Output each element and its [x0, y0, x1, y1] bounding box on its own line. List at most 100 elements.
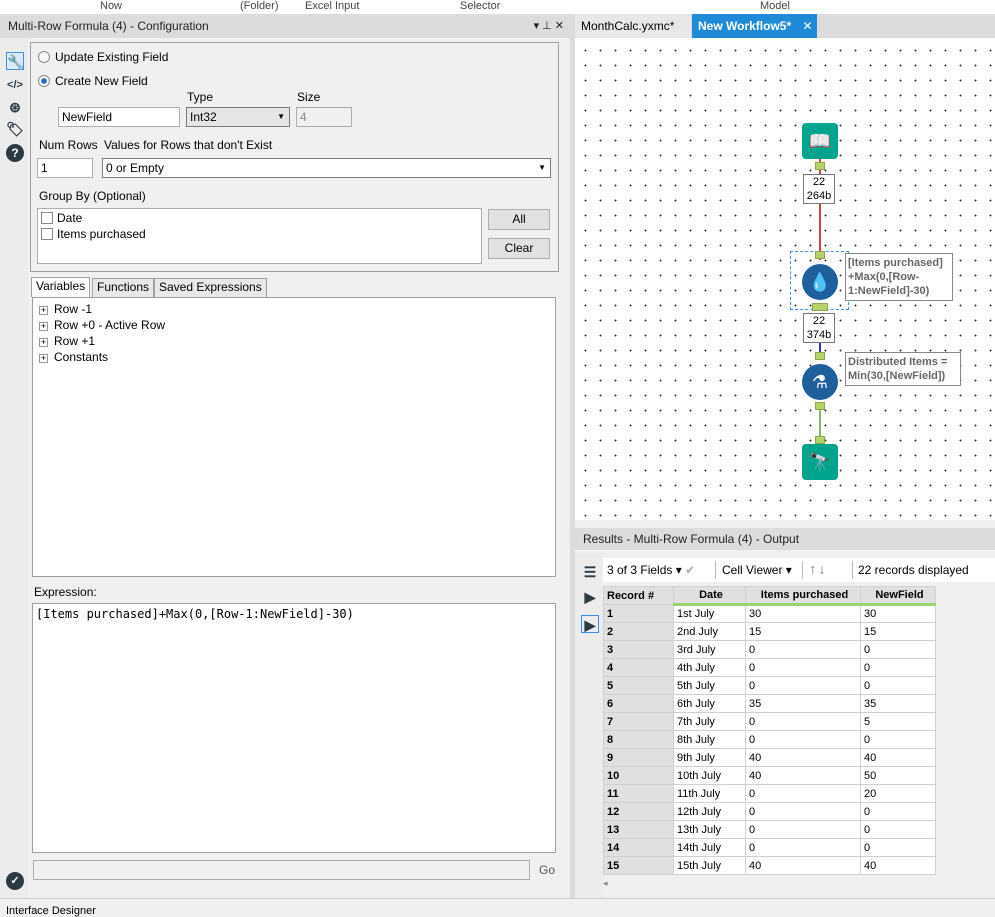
fields-dropdown[interactable]: 3 of 3 Fields ▾ ✔ — [607, 558, 695, 582]
tag-icon[interactable]: 🏷 — [6, 120, 24, 138]
table-cell[interactable]: 4 — [603, 658, 674, 677]
table-cell[interactable]: 50 — [860, 766, 936, 785]
new-field-name-input[interactable] — [58, 107, 180, 127]
go-input[interactable] — [33, 860, 530, 880]
table-cell[interactable]: 15 — [603, 856, 674, 875]
table-cell[interactable]: 0 — [745, 640, 861, 659]
table-cell[interactable]: 9 — [603, 748, 674, 767]
table-cell[interactable]: 11th July — [673, 784, 746, 803]
table-cell[interactable]: 12 — [603, 802, 674, 821]
table-cell[interactable]: 3rd July — [673, 640, 746, 659]
table-cell[interactable]: 8 — [603, 730, 674, 749]
group-field-items[interactable]: Items purchased — [41, 227, 478, 241]
group-field-date[interactable]: Date — [41, 211, 478, 225]
table-row[interactable]: 6 6th July 35 35 — [603, 694, 936, 713]
wrench-icon[interactable]: 🔧 — [6, 52, 24, 70]
tree-item[interactable]: + Row +1 — [33, 333, 555, 349]
table-cell[interactable]: 40 — [860, 856, 936, 875]
table-cell[interactable]: 0 — [745, 820, 861, 839]
table-row[interactable]: 5 5th July 0 0 — [603, 676, 936, 695]
table-cell[interactable]: 40 — [745, 856, 861, 875]
size-input[interactable] — [296, 107, 352, 127]
table-cell[interactable]: 6 — [603, 694, 674, 713]
go-button[interactable]: Go — [539, 863, 555, 877]
table-cell[interactable]: 0 — [745, 730, 861, 749]
horizontal-scrollbar[interactable]: ◂ — [603, 878, 995, 890]
table-cell[interactable]: 0 — [745, 802, 861, 821]
tab-variables[interactable]: Variables — [31, 277, 91, 297]
table-cell[interactable]: 7th July — [673, 712, 746, 731]
table-cell[interactable]: 13th July — [673, 820, 746, 839]
formula-tool-icon[interactable]: ⚗ — [802, 364, 838, 400]
table-cell[interactable]: 0 — [860, 676, 936, 695]
table-cell[interactable]: 20 — [860, 784, 936, 803]
table-cell[interactable]: 10 — [603, 766, 674, 785]
table-row[interactable]: 15 15th July 40 40 — [603, 856, 936, 875]
table-row[interactable]: 1 1st July 30 30 — [603, 604, 936, 623]
table-cell[interactable]: 6th July — [673, 694, 746, 713]
column-header[interactable]: Date — [673, 586, 746, 606]
sort-arrows-icon[interactable]: ⭡ ⭣ — [810, 558, 825, 582]
target-icon[interactable]: ⊛ — [6, 98, 24, 116]
close-icon[interactable]: ✕ — [802, 19, 812, 33]
table-cell[interactable]: 11 — [603, 784, 674, 803]
table-row[interactable]: 4 4th July 0 0 — [603, 658, 936, 677]
type-select[interactable]: Int32 — [186, 107, 290, 127]
table-cell[interactable]: 14 — [603, 838, 674, 857]
column-header[interactable]: Record # — [603, 586, 674, 605]
table-cell[interactable]: 8th July — [673, 730, 746, 749]
table-cell[interactable]: 1 — [603, 604, 674, 623]
table-cell[interactable]: 10th July — [673, 766, 746, 785]
update-existing-radio[interactable]: Update Existing Field — [38, 50, 168, 64]
table-cell[interactable]: 0 — [745, 658, 861, 677]
all-button[interactable]: All — [488, 209, 550, 230]
table-cell[interactable]: 12th July — [673, 802, 746, 821]
table-row[interactable]: 3 3rd July 0 0 — [603, 640, 936, 659]
tree-item[interactable]: + Row +0 - Active Row — [33, 317, 555, 333]
expression-editor[interactable]: [Items purchased]+Max(0,[Row-1:NewField]… — [32, 603, 556, 853]
table-cell[interactable]: 14th July — [673, 838, 746, 857]
table-cell[interactable]: 2nd July — [673, 622, 746, 641]
table-cell[interactable]: 0 — [745, 712, 861, 731]
table-row[interactable]: 8 8th July 0 0 — [603, 730, 936, 749]
input-anchor-icon[interactable]: ▶ — [581, 588, 599, 606]
tab-functions[interactable]: Functions — [92, 278, 155, 297]
cell-viewer-dropdown[interactable]: Cell Viewer ▾ — [722, 558, 792, 582]
input-data-tool-icon[interactable]: 📖 — [802, 123, 838, 159]
table-cell[interactable]: 7 — [603, 712, 674, 731]
table-cell[interactable]: 15 — [860, 622, 936, 641]
list-icon[interactable]: ☰ — [581, 563, 599, 581]
table-row[interactable]: 12 12th July 0 0 — [603, 802, 936, 821]
table-cell[interactable]: 0 — [860, 838, 936, 857]
table-cell[interactable]: 5th July — [673, 676, 746, 695]
table-cell[interactable]: 1st July — [673, 604, 746, 623]
tab-monthcalc[interactable]: MonthCalc.yxmc* ✕ — [575, 14, 691, 57]
num-rows-stepper[interactable] — [37, 158, 93, 178]
code-icon[interactable]: </> — [6, 76, 24, 94]
table-cell[interactable]: 0 — [745, 676, 861, 695]
table-cell[interactable]: 0 — [745, 784, 861, 803]
table-cell[interactable]: 35 — [745, 694, 861, 713]
column-header[interactable]: Items purchased — [745, 586, 861, 606]
table-cell[interactable]: 40 — [860, 748, 936, 767]
table-row[interactable]: 11 11th July 0 20 — [603, 784, 936, 803]
table-cell[interactable]: 9th July — [673, 748, 746, 767]
table-cell[interactable]: 3 — [603, 640, 674, 659]
table-row[interactable]: 10 10th July 40 50 — [603, 766, 936, 785]
create-new-radio[interactable]: Create New Field — [38, 74, 148, 88]
help-icon[interactable]: ? — [6, 144, 24, 162]
table-row[interactable]: 2 2nd July 15 15 — [603, 622, 936, 641]
table-cell[interactable]: 15 — [745, 622, 861, 641]
table-cell[interactable]: 5 — [860, 712, 936, 731]
table-row[interactable]: 13 13th July 0 0 — [603, 820, 936, 839]
table-cell[interactable]: 40 — [745, 766, 861, 785]
table-row[interactable]: 9 9th July 40 40 — [603, 748, 936, 767]
tab-new-workflow5[interactable]: New Workflow5* ✕ — [692, 14, 817, 38]
table-cell[interactable]: 0 — [860, 658, 936, 677]
table-cell[interactable]: 35 — [860, 694, 936, 713]
table-cell[interactable]: 0 — [860, 640, 936, 659]
table-row[interactable]: 14 14th July 0 0 — [603, 838, 936, 857]
browse-tool-icon[interactable]: 🔭 — [802, 444, 838, 480]
clear-button[interactable]: Clear — [488, 238, 550, 259]
table-cell[interactable]: 0 — [860, 730, 936, 749]
